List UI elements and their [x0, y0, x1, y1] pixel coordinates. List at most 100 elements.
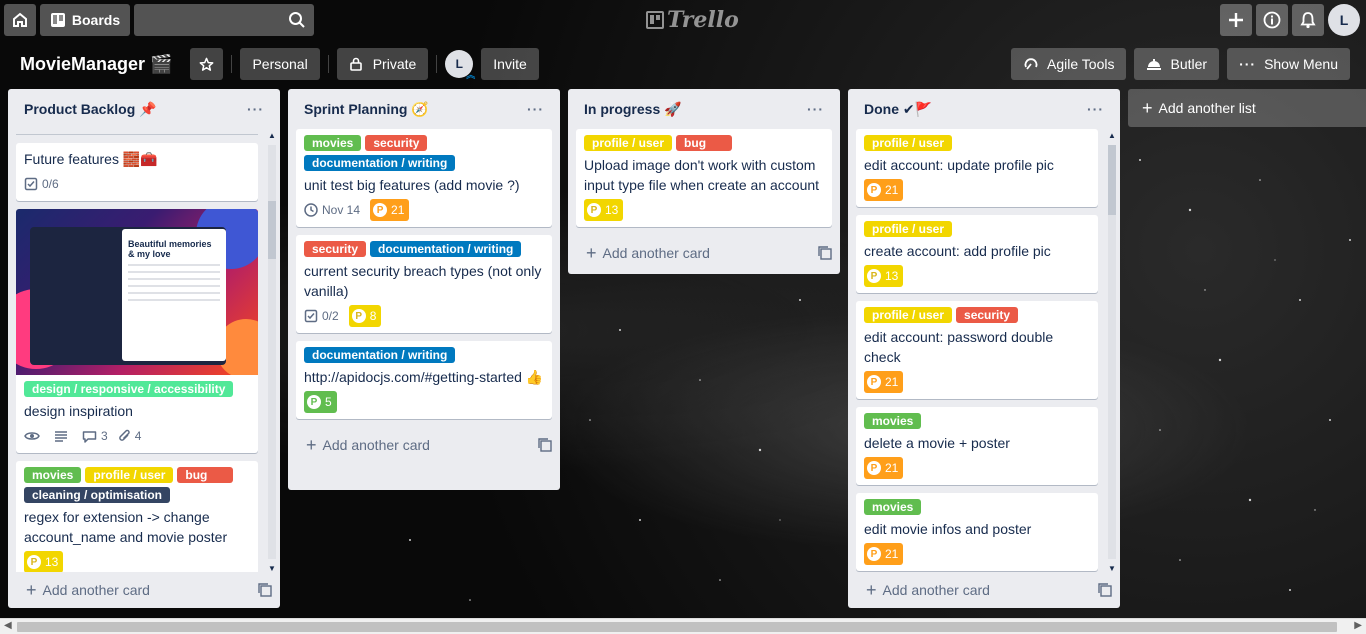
- privacy-button[interactable]: Private: [336, 48, 429, 80]
- user-avatar[interactable]: L: [1328, 4, 1360, 36]
- points-icon: P: [351, 309, 366, 323]
- notifications-button[interactable]: [1292, 4, 1324, 36]
- list-menu-icon[interactable]: ···: [527, 101, 544, 117]
- label[interactable]: movies: [864, 413, 922, 429]
- add-card-button[interactable]: + Add another card: [848, 572, 1120, 608]
- list-title[interactable]: Product Backlog 📌: [24, 101, 157, 118]
- card-title: edit account: password double check: [864, 329, 1054, 365]
- card[interactable]: profile / user security edit account: pa…: [856, 301, 1098, 399]
- scroll-right-icon[interactable]: ▶: [1354, 620, 1362, 631]
- list-menu-icon[interactable]: ···: [1087, 101, 1104, 117]
- list-menu-icon[interactable]: ···: [247, 101, 264, 117]
- list-title[interactable]: Done ✔🚩: [864, 101, 932, 118]
- team-visibility-button[interactable]: Personal: [240, 48, 320, 80]
- scroll-left-icon[interactable]: ◀: [4, 620, 12, 631]
- info-button[interactable]: [1256, 4, 1288, 36]
- add-card-button[interactable]: + Add another card: [8, 572, 280, 608]
- label[interactable]: documentation / writing: [304, 155, 456, 171]
- boards-button[interactable]: Boards: [40, 4, 130, 36]
- home-button[interactable]: [4, 4, 36, 36]
- due-date-badge[interactable]: Nov 14: [304, 199, 360, 221]
- scroll-thumb[interactable]: [268, 201, 276, 259]
- invite-button[interactable]: Invite: [481, 48, 539, 80]
- agile-tools-icon: [1024, 58, 1038, 70]
- card-template-icon[interactable]: [538, 438, 552, 452]
- card[interactable]: movies security documentation / writing …: [296, 129, 552, 227]
- checklist-icon: [304, 309, 318, 323]
- add-card-button[interactable]: + Add another card: [568, 235, 840, 271]
- card-labels: security documentation / writing: [304, 241, 544, 261]
- label[interactable]: bug: [177, 467, 234, 483]
- add-card-button[interactable]: + Add another card: [288, 427, 560, 463]
- card-cover-image: Beautiful memories & my love: [16, 209, 258, 375]
- card[interactable]: Beautiful memories & my love design / re…: [16, 209, 258, 453]
- label[interactable]: security: [365, 135, 428, 151]
- label[interactable]: design / responsive / accessibility: [24, 381, 234, 397]
- list-title[interactable]: In progress 🚀: [584, 101, 682, 118]
- scroll-up-icon[interactable]: ▲: [1107, 131, 1117, 140]
- search-input[interactable]: [134, 4, 314, 36]
- label[interactable]: security: [956, 307, 1019, 323]
- privacy-label: Private: [372, 56, 417, 72]
- create-button[interactable]: [1220, 4, 1252, 36]
- card[interactable]: security documentation / writing current…: [296, 235, 552, 333]
- label[interactable]: movies: [864, 499, 922, 515]
- board-title[interactable]: MovieManager 🎬: [20, 54, 172, 75]
- butler-button[interactable]: Butler: [1134, 48, 1220, 80]
- card-badges: P 13: [24, 551, 250, 572]
- board-horizontal-scrollbar[interactable]: ◀ ▶: [0, 618, 1366, 634]
- card[interactable]: profile / user edit account: update prof…: [856, 129, 1098, 207]
- card[interactable]: movies delete a movie + poster P 21: [856, 407, 1098, 485]
- card[interactable]: Future features 🧱🧰 0/6: [16, 143, 258, 201]
- clock-icon: [304, 203, 318, 217]
- scroll-up-icon[interactable]: ▲: [267, 131, 277, 140]
- label[interactable]: profile / user: [864, 307, 953, 323]
- label[interactable]: profile / user: [584, 135, 673, 151]
- label[interactable]: movies: [304, 135, 362, 151]
- member-initial: L: [455, 57, 463, 71]
- points-value: 21: [391, 203, 405, 217]
- add-list-button[interactable]: + Add another list: [1128, 89, 1366, 127]
- card[interactable]: movies edit movie infos and poster P 21: [856, 493, 1098, 571]
- card[interactable]: documentation / writing http://apidocjs.…: [296, 341, 552, 419]
- card[interactable]: profile / user create account: add profi…: [856, 215, 1098, 293]
- scroll-thumb[interactable]: [17, 622, 1337, 632]
- list-scrollbar[interactable]: ▲ ▼: [268, 131, 276, 573]
- label[interactable]: profile / user: [864, 221, 953, 237]
- scroll-thumb[interactable]: [1108, 145, 1116, 215]
- card-labels: movies security documentation / writing: [304, 135, 544, 175]
- label[interactable]: documentation / writing: [370, 241, 522, 257]
- list-title[interactable]: Sprint Planning 🧭: [304, 101, 429, 118]
- label[interactable]: profile / user: [864, 135, 953, 151]
- show-menu-button[interactable]: ··· Show Menu: [1227, 48, 1350, 80]
- card-template-icon[interactable]: [1098, 583, 1112, 597]
- comment-icon: [82, 430, 97, 443]
- points-icon: P: [867, 183, 881, 197]
- points-icon: P: [587, 203, 601, 217]
- member-avatar[interactable]: L ︽: [445, 50, 475, 80]
- label[interactable]: security: [304, 241, 367, 257]
- logo-text: Trello: [667, 7, 739, 33]
- card-list: profile / user edit account: update prof…: [848, 129, 1120, 572]
- card-labels: movies: [864, 499, 1090, 519]
- card-badges: 0/6: [24, 173, 250, 195]
- add-list-label: Add another list: [1158, 100, 1256, 116]
- agile-tools-button[interactable]: Agile Tools: [1011, 48, 1127, 80]
- label[interactable]: documentation / writing: [304, 347, 456, 363]
- card[interactable]: movies profile / user bug cleaning / opt…: [16, 461, 258, 572]
- story-points-badge: P 21: [864, 179, 904, 201]
- label[interactable]: bug: [676, 135, 733, 151]
- plus-icon: +: [586, 242, 597, 263]
- trello-logo[interactable]: Trello: [646, 7, 739, 33]
- card[interactable]: profile / user bug Upload image don't wo…: [576, 129, 832, 227]
- list-header: Sprint Planning 🧭 ···: [288, 89, 560, 129]
- label[interactable]: cleaning / optimisation: [24, 487, 171, 503]
- card-template-icon[interactable]: [818, 246, 832, 260]
- label[interactable]: movies: [24, 467, 82, 483]
- label[interactable]: profile / user: [85, 467, 174, 483]
- card-template-icon[interactable]: [258, 583, 272, 597]
- list-menu-icon[interactable]: ···: [807, 101, 824, 117]
- star-board-button[interactable]: [190, 48, 224, 80]
- search-field[interactable]: [134, 4, 314, 36]
- list-scrollbar[interactable]: ▲ ▼: [1108, 131, 1116, 573]
